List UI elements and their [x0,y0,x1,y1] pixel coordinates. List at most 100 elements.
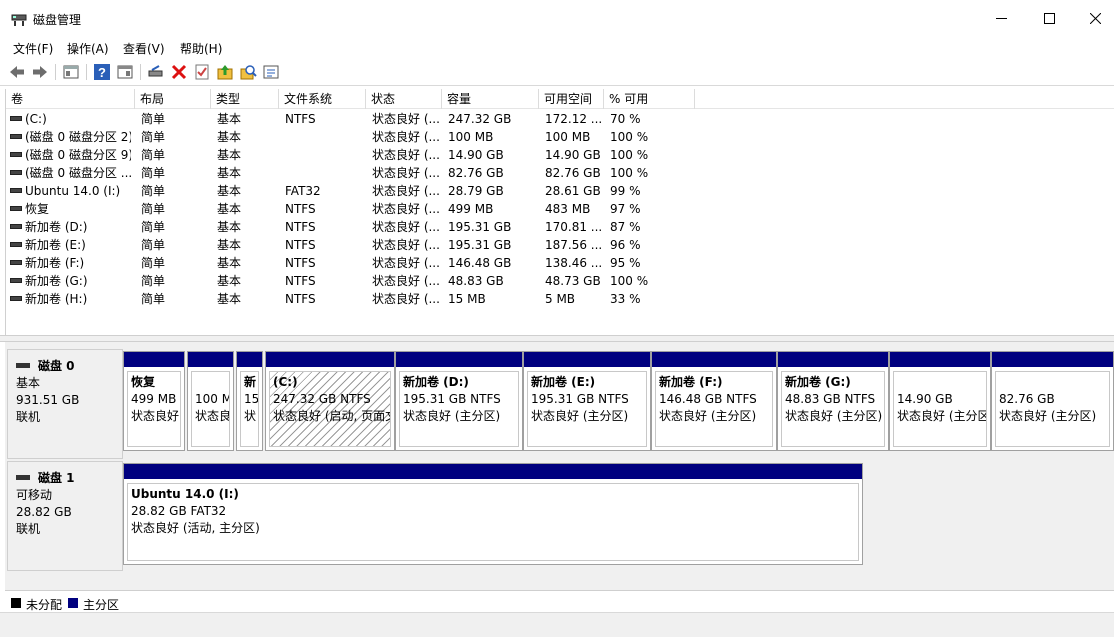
toolbar-separator [86,64,87,80]
title-bar: 磁盘管理 [0,0,1114,37]
partition-block[interactable]: 恢复 499 MB 状态良好 [123,351,185,451]
volume-icon [10,296,22,301]
cell-free-space: 48.73 GB [545,274,601,288]
table-row[interactable]: 新加卷 (D:) 简单 基本 NTFS 状态良好 (... 195.31 GB 170.81… [6,218,1114,236]
cell-capacity: 28.79 GB [448,184,504,198]
disk-0-label[interactable]: 磁盘 0 基本 931.51 GB 联机 [7,349,123,459]
cell-type: 基本 [217,184,242,198]
cell-status: 状态良好 (... [372,184,440,198]
cell-status: 状态良好 (... [372,220,440,234]
partition-type-bar [890,352,990,367]
column-status[interactable]: 状态 [366,89,442,109]
check-icon[interactable] [193,63,211,81]
legend-label-unallocated: 未分配 [26,598,63,612]
help-icon[interactable]: ? [93,63,111,81]
cell-volume: (磁盘 0 磁盘分区 ... [10,164,131,182]
column-filesystem[interactable]: 文件系统 [279,89,366,109]
menu-action[interactable]: 操作(A) [67,40,109,57]
partition-block[interactable]: 100 M 状态良 [187,351,234,451]
status-bar [0,612,1114,637]
partition-name: 新加卷 (G:) [785,375,851,389]
minimize-button[interactable] [978,0,1024,37]
connect-drive-icon[interactable] [147,63,165,81]
volume-name: 新加卷 (G:) [25,274,88,288]
disk-1-label[interactable]: 磁盘 1 可移动 28.82 GB 联机 [7,461,123,571]
table-row[interactable]: 新加卷 (F:) 简单 基本 NTFS 状态良好 (... 146.48 GB 138.46… [6,254,1114,272]
partition-size: 247.32 GB NTFS [273,392,371,406]
partition-type-bar [652,352,776,367]
partition-type-bar [992,352,1113,367]
menu-help[interactable]: 帮助(H) [180,40,222,57]
column-capacity[interactable]: 容量 [442,89,539,109]
column-layout[interactable]: 布局 [135,89,211,109]
partition-block[interactable]: 14.90 GB 状态良好 (主分区 [889,351,991,451]
close-icon [1089,13,1101,24]
settings-icon[interactable] [262,63,280,81]
partition-status: 状态良好 (主分区) [999,409,1097,423]
table-row[interactable]: 新加卷 (E:) 简单 基本 NTFS 状态良好 (... 195.31 GB 187.56… [6,236,1114,254]
cell-status: 状态良好 (... [372,274,440,288]
cell-capacity: 195.31 GB [448,220,512,234]
table-row[interactable]: (磁盘 0 磁盘分区 2) 简单 基本 状态良好 (... 100 MB 100 MB 10… [6,128,1114,146]
minimize-icon [995,18,1007,19]
cell-type: 基本 [217,256,242,270]
cell-percent-free: 95 % [610,256,641,270]
column-percent-free[interactable]: % 可用 [604,89,695,109]
disk-size: 28.82 GB [16,505,72,519]
menu-view[interactable]: 查看(V) [123,40,165,57]
cell-free-space: 170.81 ... [545,220,602,234]
partition-block[interactable]: Ubuntu 14.0 (I:) 28.82 GB FAT32 状态良好 (活动, … [123,463,863,565]
search-icon[interactable] [239,63,257,81]
table-row[interactable]: 新加卷 (G:) 简单 基本 NTFS 状态良好 (... 48.83 GB 48.73 G… [6,272,1114,290]
table-row[interactable]: (磁盘 0 磁盘分区 9) 简单 基本 状态良好 (... 14.90 GB 14.90 … [6,146,1114,164]
volume-name: (C:) [25,112,47,126]
up-icon[interactable] [216,63,234,81]
partition-info: 82.76 GB 状态良好 (主分区) [995,371,1110,447]
forward-icon[interactable] [31,63,49,81]
cell-volume: (C:) [10,110,131,128]
partition-block[interactable]: 新加卷 (D:) 195.31 GB NTFS 状态良好 (主分区) [395,351,523,451]
table-row[interactable]: (磁盘 0 磁盘分区 ... 简单 基本 状态良好 (... 82.76 GB 82.76… [6,164,1114,182]
menu-file[interactable]: 文件(F) [13,40,53,57]
partition-status: 状态良好 (主分区) [403,409,501,423]
column-free-space[interactable]: 可用空间 [539,89,604,109]
partition-block[interactable]: 新 15 状 [236,351,263,451]
maximize-button[interactable] [1026,0,1072,37]
console-icon[interactable] [116,63,134,81]
table-row[interactable]: 新加卷 (H:) 简单 基本 NTFS 状态良好 (... 15 MB 5 MB 33 % [6,290,1114,308]
volume-icon [10,116,22,121]
table-row[interactable]: 恢复 简单 基本 NTFS 状态良好 (... 499 MB 483 MB 97 % [6,200,1114,218]
cell-type: 基本 [217,148,242,162]
partition-status: 状态良 [195,409,230,423]
disk-icon [16,474,30,480]
pane-splitter[interactable] [0,335,1114,342]
partition-status: 状态良好 [131,409,180,423]
partition-status: 状态良好 (主分区) [531,409,629,423]
close-button[interactable] [1072,0,1114,37]
properties-icon[interactable] [62,63,80,81]
cell-status: 状态良好 (... [372,166,440,180]
partition-block[interactable]: 新加卷 (G:) 48.83 GB NTFS 状态良好 (主分区) [777,351,889,451]
cell-volume: 恢复 [10,200,131,218]
disk-status: 联机 [16,522,41,536]
table-row[interactable]: (C:) 简单 基本 NTFS 状态良好 (... 247.32 GB 172.12 ...… [6,110,1114,128]
delete-icon[interactable] [170,63,188,81]
column-volume[interactable]: 卷 [6,89,135,109]
partition-info: 新加卷 (D:) 195.31 GB NTFS 状态良好 (主分区) [399,371,519,447]
partition-status: 状 [244,409,257,423]
cell-percent-free: 87 % [610,220,641,234]
column-type[interactable]: 类型 [211,89,279,109]
partition-block[interactable]: 82.76 GB 状态良好 (主分区) [991,351,1114,451]
cell-layout: 简单 [141,274,166,288]
partition-block[interactable]: (C:) 247.32 GB NTFS 状态良好 (启动, 页面文 [265,351,395,451]
cell-layout: 简单 [141,148,166,162]
back-icon[interactable] [8,63,26,81]
cell-filesystem: NTFS [285,292,316,306]
cell-volume: 新加卷 (E:) [10,236,131,254]
cell-percent-free: 100 % [610,166,649,180]
partition-block[interactable]: 新加卷 (E:) 195.31 GB NTFS 状态良好 (主分区) [523,351,651,451]
cell-percent-free: 99 % [610,184,641,198]
volume-icon [10,206,22,211]
partition-block[interactable]: 新加卷 (F:) 146.48 GB NTFS 状态良好 (主分区) [651,351,777,451]
table-row[interactable]: Ubuntu 14.0 (I:) 简单 基本 FAT32 状态良好 (... 28.79 … [6,182,1114,200]
